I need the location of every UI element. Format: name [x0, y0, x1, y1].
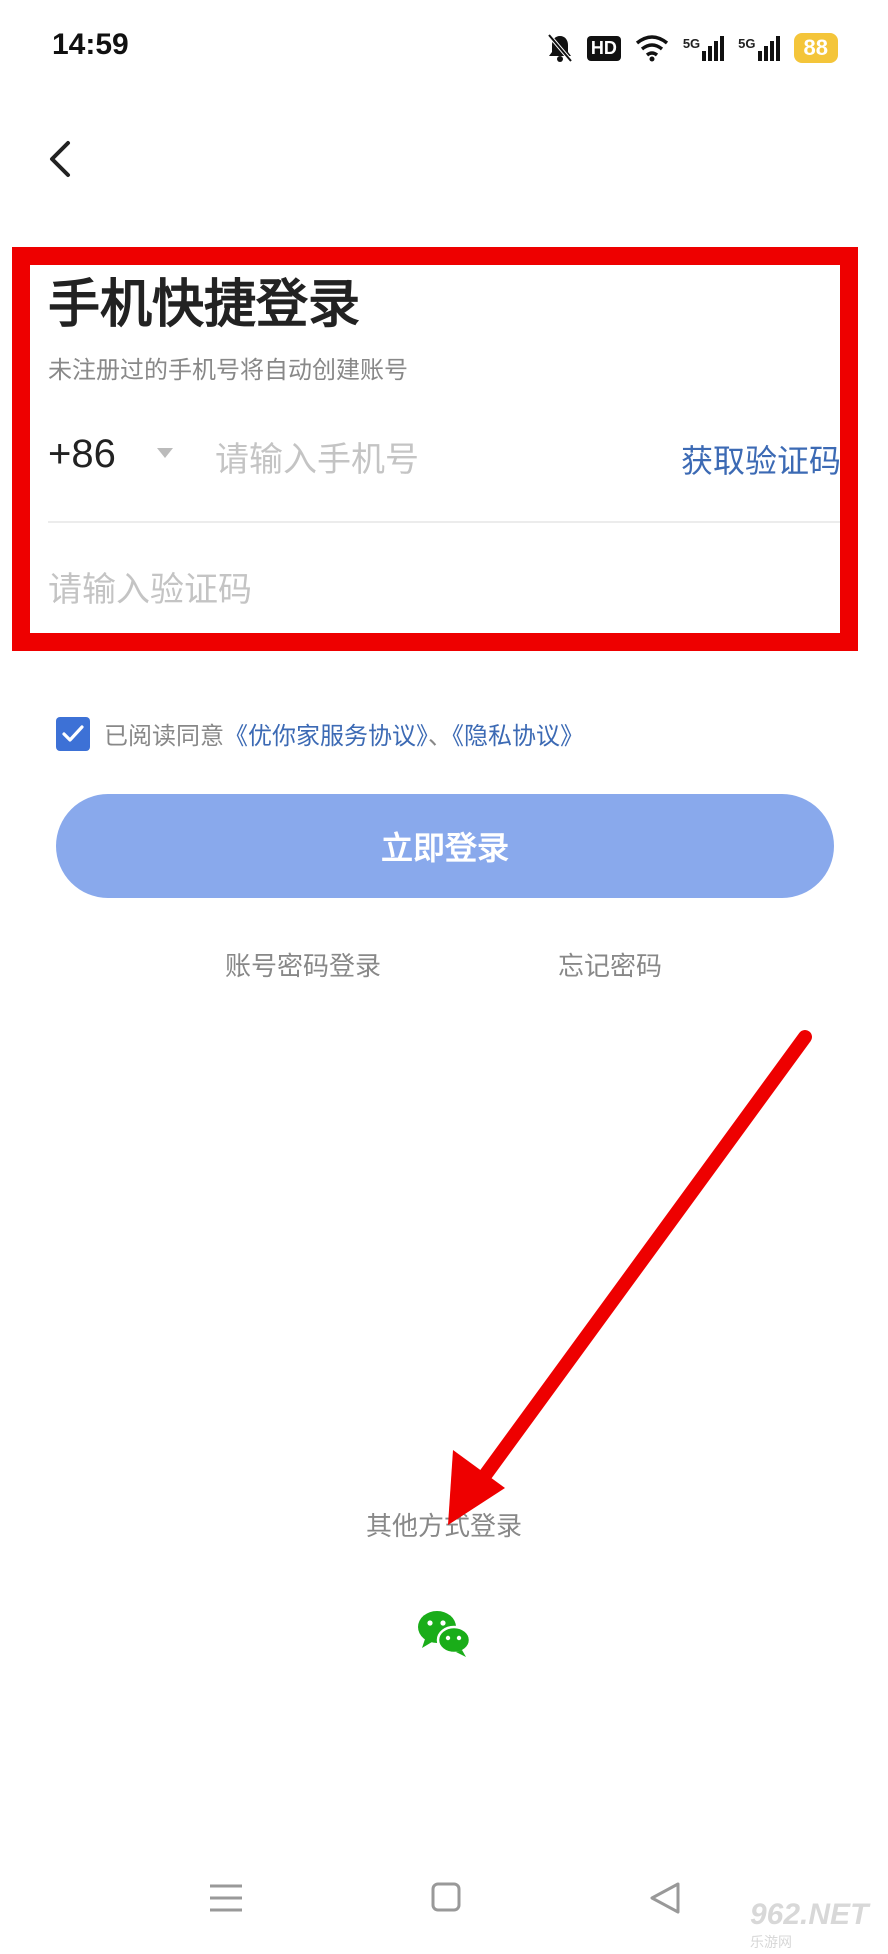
watermark-main: 962.NET: [750, 1898, 869, 1931]
other-login-label: 其他方式登录: [365, 1512, 522, 1542]
status-icons: HD 5G 5G 88: [547, 28, 838, 68]
menu-icon[interactable]: [208, 1882, 244, 1914]
home-square-icon[interactable]: [430, 1881, 462, 1913]
privacy-agreement-link[interactable]: 《隐私协议》: [452, 722, 584, 750]
watermark-sub: 乐游网: [750, 1935, 792, 1951]
wechat-icon[interactable]: [416, 1608, 472, 1658]
status-time: 14:59: [52, 28, 129, 61]
agreement-prefix: 已阅读同意: [104, 722, 224, 750]
battery-icon: 88: [793, 33, 838, 63]
chevron-left-icon[interactable]: [40, 135, 80, 183]
forgot-password-link[interactable]: 忘记密码: [558, 946, 662, 983]
back-triangle-icon[interactable]: [648, 1880, 682, 1916]
wifi-icon: [635, 35, 668, 62]
watermark-logo: 962.NET 乐游网: [750, 1898, 882, 1951]
checkmark-icon: [62, 725, 84, 742]
signal-5g-icon: 5G: [683, 35, 725, 61]
signal-5g-icon: 5G: [738, 35, 780, 61]
agreement-text: 已阅读同意《优你家服务协议》、《隐私协议》: [104, 716, 584, 751]
agreement-separator: 、: [428, 722, 452, 750]
agreement-checkbox[interactable]: [56, 717, 90, 751]
hd-icon: HD: [586, 35, 621, 61]
bell-muted-icon: [547, 33, 573, 63]
password-login-link[interactable]: 账号密码登录: [225, 946, 381, 983]
service-agreement-link[interactable]: 《优你家服务协议》: [224, 722, 428, 750]
login-button[interactable]: 立即登录: [56, 794, 834, 898]
highlight-annotation-box: [12, 247, 858, 651]
